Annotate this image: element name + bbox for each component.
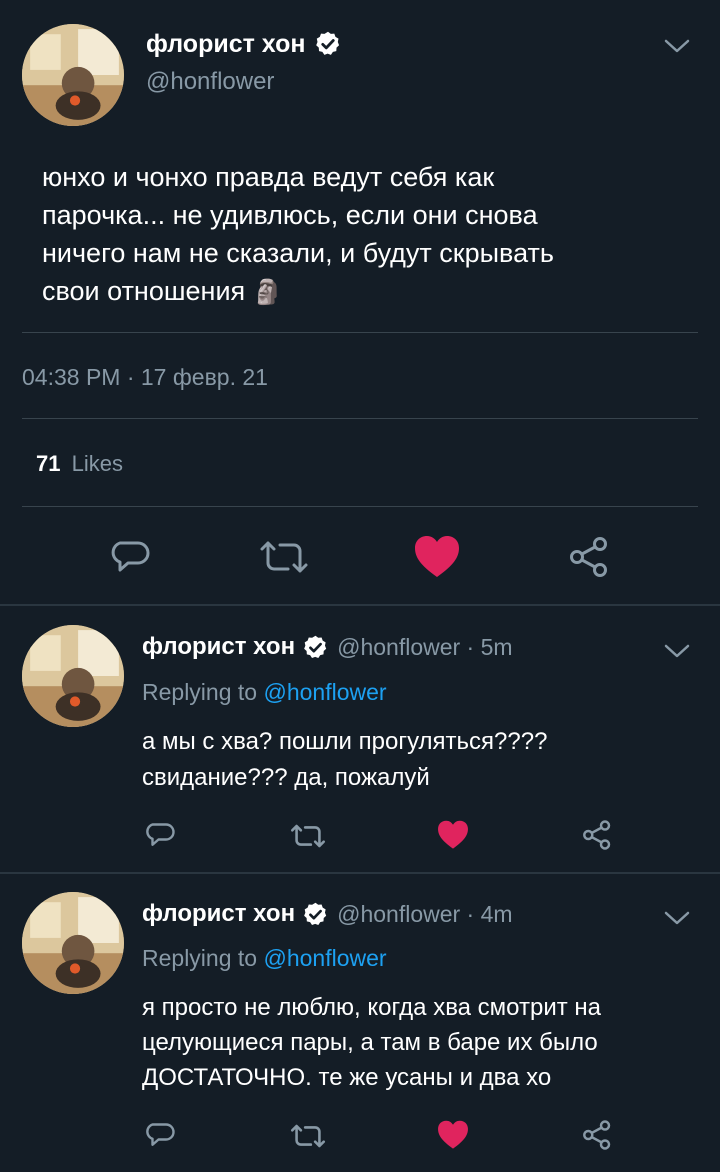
reply-icon: [146, 823, 175, 846]
author-row: флорист хон @honflower · 5m: [142, 630, 513, 664]
replying-to: Replying to @honflower: [142, 679, 387, 706]
retweet-icon: [260, 541, 308, 573]
verified-badge-icon: [314, 30, 342, 58]
author-row: флорист хон: [146, 28, 342, 60]
likes-count: 71: [36, 451, 61, 476]
divider: [0, 872, 720, 874]
reply-text-line: я просто не люблю, когда хва смотрит на: [142, 994, 602, 1021]
reply-text-line: целующиеся пары, а там в баре их было: [142, 1029, 598, 1056]
timestamp[interactable]: 04:38 PM · 17 февр. 21: [22, 364, 268, 391]
avatar-photo: [22, 24, 124, 126]
like-heart-icon: [438, 820, 468, 849]
avatar[interactable]: [22, 24, 124, 126]
reply-text-line: свидание??? да, пожалуй: [142, 764, 430, 791]
replying-to-link[interactable]: @honflower: [263, 945, 386, 971]
divider: [0, 604, 720, 606]
retweet-button[interactable]: [288, 1120, 328, 1152]
share-icon: [583, 1120, 611, 1150]
reply-button[interactable]: [142, 818, 178, 852]
replying-to: Replying to @honflower: [142, 945, 387, 972]
avatar[interactable]: [22, 625, 124, 727]
chevron-down-icon[interactable]: [663, 907, 691, 929]
divider: [22, 418, 698, 419]
verified-badge-icon: [302, 901, 329, 928]
reply-button[interactable]: [106, 535, 154, 579]
reply-text-line: а мы с хва? пошли прогуляться????: [142, 728, 548, 755]
reply-icon: [111, 541, 150, 572]
retweet-icon: [291, 824, 325, 848]
verified-badge-icon: [302, 634, 329, 661]
avatar-photo: [22, 892, 124, 994]
like-heart-icon: [438, 1120, 468, 1149]
moai-emoji-icon: 🗿: [252, 279, 283, 306]
reply-icon: [146, 1123, 175, 1146]
share-button[interactable]: [580, 1119, 614, 1151]
display-name[interactable]: флорист хон: [142, 633, 295, 661]
likes-stat[interactable]: 71 Likes: [36, 451, 123, 477]
retweet-button[interactable]: [288, 820, 328, 852]
avatar-photo: [22, 625, 124, 727]
chevron-down-icon[interactable]: [663, 640, 691, 662]
handle[interactable]: @honflower: [146, 68, 274, 96]
display-name[interactable]: флорист хон: [146, 30, 305, 59]
tweet-text-line: ничего нам не сказали, и будут скрывать: [42, 238, 554, 268]
divider: [22, 332, 698, 333]
retweet-icon: [291, 1124, 325, 1148]
tweet-text-line-last: свои отношения 🗿: [42, 272, 702, 312]
reply-text: а мы с хва? пошли прогуляться???? свидан…: [142, 724, 702, 796]
retweet-button[interactable]: [256, 535, 312, 579]
reply-text: я просто не люблю, когда хва смотрит на …: [142, 990, 712, 1095]
tweet-text-line: свои отношения: [42, 276, 246, 306]
author-row: флорист хон @honflower · 4m: [142, 897, 513, 931]
replying-label: Replying to: [142, 679, 258, 705]
share-icon: [570, 537, 607, 577]
like-button[interactable]: [436, 819, 470, 851]
like-heart-icon: [415, 536, 459, 577]
divider: [22, 506, 698, 507]
share-icon: [583, 820, 611, 850]
tweet-text: юнхо и чонхо правда ведут себя как пароч…: [42, 158, 702, 312]
chevron-down-icon[interactable]: [663, 35, 691, 57]
handle-time[interactable]: @honflower · 5m: [337, 634, 512, 661]
like-button[interactable]: [436, 1119, 470, 1151]
display-name[interactable]: флорист хон: [142, 900, 295, 928]
tweet-text-line: юнхо и чонхо правда ведут себя как: [42, 162, 495, 192]
reply-button[interactable]: [142, 1118, 178, 1152]
likes-label: Likes: [71, 451, 123, 476]
share-button[interactable]: [566, 535, 612, 579]
like-button[interactable]: [412, 534, 462, 580]
replying-to-link[interactable]: @honflower: [263, 679, 386, 705]
handle-time[interactable]: @honflower · 4m: [337, 901, 512, 928]
replying-label: Replying to: [142, 945, 258, 971]
avatar[interactable]: [22, 892, 124, 994]
reply-text-line: ДОСТАТОЧНО. те же усаны и два хо: [142, 1064, 552, 1091]
share-button[interactable]: [580, 819, 614, 851]
tweet-text-line: парочка... не удивлюсь, если они снова: [42, 200, 538, 230]
